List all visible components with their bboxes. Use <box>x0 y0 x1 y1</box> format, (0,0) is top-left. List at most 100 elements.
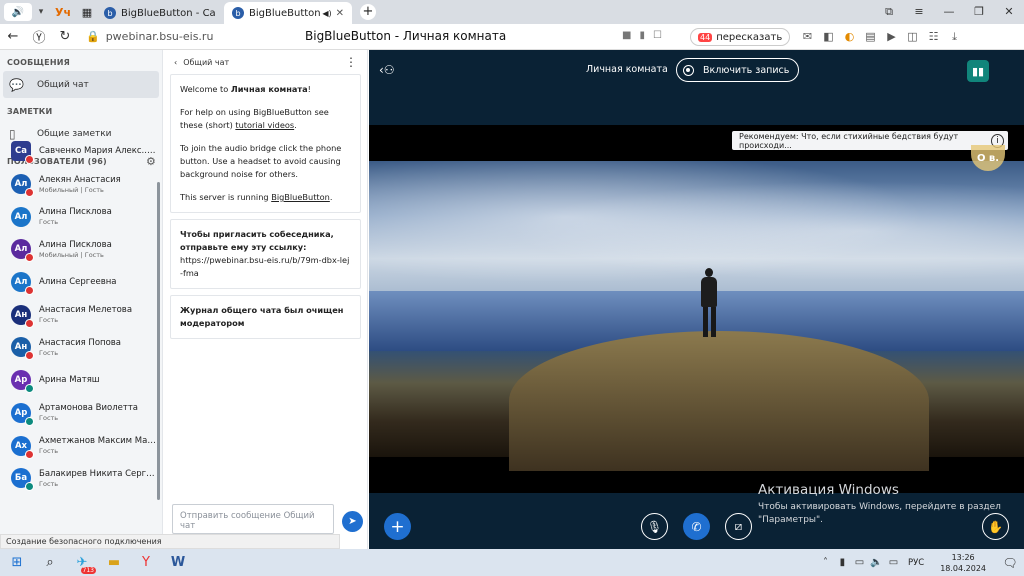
user-list-item[interactable]: Ах Ахметжанов Максим Марат...Гость <box>0 429 158 462</box>
mute-button[interactable]: 🎙 <box>641 513 668 540</box>
window-controls: ⧉ ≡ — ❐ ✕ <box>874 5 1024 19</box>
video-icon[interactable]: ▶ <box>884 29 899 44</box>
connection-status-icon[interactable]: ▮▮ <box>967 60 989 82</box>
restore-icon[interactable]: ❐ <box>964 5 994 19</box>
avatar: Ал <box>11 239 34 263</box>
user-list-item[interactable]: Са Савченко Мария Алекс...(Вы) <box>0 135 158 168</box>
camera-icon[interactable]: ■ <box>622 30 631 41</box>
start-button[interactable]: ⊞ <box>0 549 34 576</box>
user-list-item[interactable]: Ан Анастасия Мелетова Гость <box>0 298 158 331</box>
user-list-scrollbar[interactable] <box>157 182 160 500</box>
pinned-tab-uchi[interactable]: Уч <box>54 3 72 21</box>
user-role: Мобильный | Гость <box>39 185 104 194</box>
chevron-down-icon[interactable]: ▾ <box>34 3 48 21</box>
yandex-browser-icon[interactable]: Y <box>130 549 162 576</box>
user-name: Савченко Мария Алекс...(Вы) <box>39 146 157 157</box>
user-name: Алина Писклова <box>39 239 112 250</box>
leave-audio-button[interactable]: ✆ <box>683 513 710 540</box>
main-presentation-area: ‹⚇ Личная комната Включить запись ▮▮ Рек… <box>369 50 1024 549</box>
download-icon[interactable]: ⤓ <box>947 29 962 44</box>
windows-taskbar: ⊞ ⌕ ✈ 713 ▬ Y W ˄ ▮ ▭ 🔈 ▭ РУС 13:26 18.04… <box>0 549 1024 576</box>
tab-bbb-lichnaya[interactable]: b BigBlueButton - Личная ◀) ✕ <box>224 2 352 24</box>
tab-bbb-savchenko[interactable]: b BigBlueButton - Савченко <box>96 2 224 24</box>
phone-icon: ✆ <box>691 519 702 534</box>
send-button[interactable]: ➤ <box>342 511 363 532</box>
extension-icon[interactable]: ◧ <box>821 29 836 44</box>
share-webcam-button[interactable]: ⧄ <box>725 513 752 540</box>
user-list-toggle-icon[interactable]: ‹⚇ <box>379 63 395 77</box>
headphones-icon <box>25 416 34 426</box>
language-indicator[interactable]: РУС <box>908 558 924 568</box>
bookmark-star-icon[interactable]: ☐ <box>653 30 662 41</box>
user-list-item[interactable]: Ал Алекян Анастасия Мобильный | Гость <box>0 168 158 201</box>
user-list: Са Савченко Мария Алекс...(Вы) Ал Алекян Ан… <box>0 135 158 495</box>
user-role: Гость <box>39 479 59 488</box>
menu-icon[interactable]: ≡ <box>904 5 934 19</box>
user-list-item[interactable]: Ан Анастасия Попова Гость <box>0 331 158 364</box>
extension-icon[interactable]: ▤ <box>863 29 878 44</box>
tab-audio-icon[interactable]: ◀) <box>322 9 331 18</box>
clock[interactable]: 13:26 18.04.2024 <box>940 552 986 574</box>
hill <box>509 331 929 471</box>
user-role: Гость <box>39 447 59 456</box>
muted-mic-icon <box>25 286 34 296</box>
battery-icon[interactable]: ▭ <box>885 557 902 568</box>
chat-header: ‹ Общий чат ⋮ <box>164 50 367 74</box>
welcome-message: Welcome to Личная комната! For help on u… <box>170 74 361 213</box>
tabs-sidebar-button[interactable]: 🔊 <box>4 3 32 21</box>
word-icon[interactable]: W <box>162 549 194 576</box>
recommendation-banner[interactable]: Рекомендуем: Что, если стихийные бедстви… <box>732 131 1008 150</box>
user-list-item[interactable]: Ал Алина Писклова Мобильный | Гость <box>0 233 158 266</box>
user-list-item[interactable]: Ар Артамонова Виолетта Гость <box>0 397 158 430</box>
back-arrow-icon[interactable]: ← <box>0 29 26 44</box>
network-icon[interactable]: ▭ <box>851 557 868 568</box>
headphones-icon <box>25 384 34 394</box>
room-title: Личная комната <box>586 64 668 75</box>
bigbluebutton-link[interactable]: BigBlueButton <box>271 192 330 202</box>
user-list-item[interactable]: Ба Балакирев Никита СергеевичГость <box>0 462 158 495</box>
record-icon <box>683 64 694 76</box>
avatar: Ал <box>11 174 34 198</box>
bookmark-icon[interactable]: ⧉ <box>874 5 904 19</box>
close-tab-icon[interactable]: ✕ <box>336 8 344 19</box>
chat-message-input[interactable]: Отправить сообщение Общий чат <box>172 504 334 534</box>
telegram-icon[interactable]: ✈ 713 <box>66 549 98 576</box>
invite-link[interactable]: https://pwebinar.bsu-eis.ru/b/79m-dbx-le… <box>180 255 349 278</box>
search-icon[interactable]: ⌕ <box>34 549 66 576</box>
microphone-off-icon: 🎙 <box>646 519 663 534</box>
user-name: Анастасия Попова <box>39 337 121 348</box>
actions-plus-button[interactable]: + <box>384 513 411 540</box>
speaker-icon: 🔊 <box>11 6 25 18</box>
pinned-tab-gallery[interactable]: ▦ <box>78 3 96 21</box>
new-tab-button[interactable]: + <box>360 4 376 20</box>
chat-bubble-icon: 💬 <box>9 77 24 92</box>
show-hidden-icons[interactable]: ˄ <box>817 557 834 568</box>
reload-icon[interactable]: ↻ <box>52 29 78 44</box>
minimize-icon[interactable]: — <box>934 5 964 19</box>
more-options-icon[interactable]: ⋮ <box>345 55 357 69</box>
chat-title[interactable]: Общий чат <box>183 58 229 67</box>
url-field[interactable]: 🔒 pwebinar.bsu-eis.ru <box>86 30 213 43</box>
microphone-icon[interactable]: ▮ <box>639 30 645 41</box>
retell-button[interactable]: 44 пересказать <box>690 28 791 46</box>
mail-icon[interactable]: ✉ <box>800 29 815 44</box>
record-button[interactable]: Включить запись <box>676 58 800 82</box>
tutorial-videos-link[interactable]: tutorial videos <box>235 120 294 130</box>
user-list-item[interactable]: Ал Алина Писклова Гость <box>0 200 158 233</box>
close-window-icon[interactable]: ✕ <box>994 5 1024 19</box>
collections-icon[interactable]: ☷ <box>926 29 941 44</box>
extension-icon[interactable]: ◫ <box>905 29 920 44</box>
file-explorer-icon[interactable]: ▬ <box>98 549 130 576</box>
user-list-item[interactable]: Ал Алина Сергеевна <box>0 266 158 299</box>
avatar: Ан <box>11 337 34 361</box>
disk-icon[interactable]: ◐ <box>842 29 857 44</box>
yandex-id-icon[interactable]: Ⓨ <box>26 27 52 46</box>
muted-mic-icon <box>25 188 34 198</box>
user-list-item[interactable]: Ар Арина Матяш <box>0 364 158 397</box>
microphone-tray-icon[interactable]: ▮ <box>834 557 851 568</box>
user-name: Анастасия Мелетова <box>39 305 133 316</box>
notifications-icon[interactable]: 🗨 <box>996 556 1024 570</box>
chevron-left-icon[interactable]: ‹ <box>174 58 177 67</box>
sidebar-item-public-chat[interactable]: 💬 Общий чат <box>3 71 159 98</box>
volume-icon[interactable]: 🔈 <box>868 557 885 568</box>
